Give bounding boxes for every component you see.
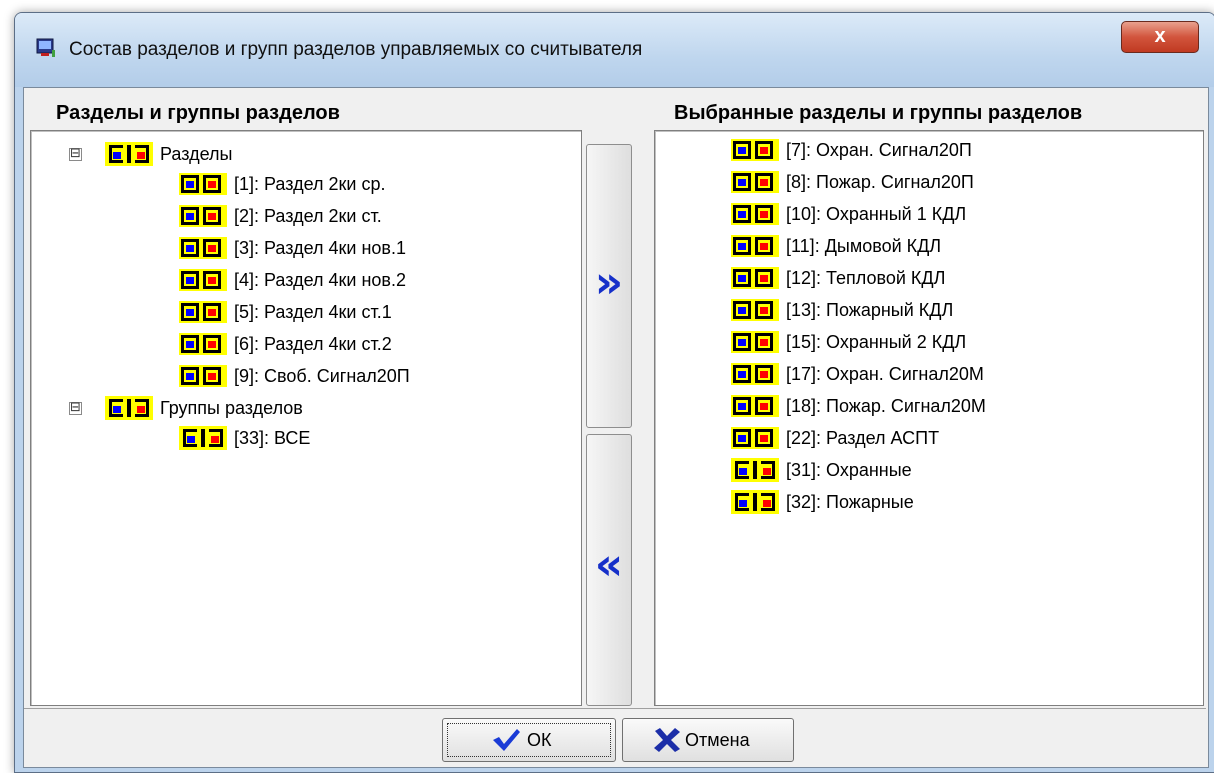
list-item[interactable]: [7]: Охран. Сигнал20П xyxy=(731,135,972,165)
selected-partitions-list[interactable]: [7]: Охран. Сигнал20П [8]: Пожар. Сигнал… xyxy=(654,130,1204,706)
list-item-label: [10]: Охранный 1 КДЛ xyxy=(786,203,967,224)
button-bar: ОК Отмена xyxy=(24,708,1206,765)
tree-item[interactable]: [1]: Раздел 2ки ср. xyxy=(179,169,385,199)
tree-item[interactable]: [5]: Раздел 4ки ст.1 xyxy=(179,297,392,327)
partition-icon xyxy=(731,331,779,353)
tree-group-label: Разделы xyxy=(160,143,233,164)
partition-icon xyxy=(179,237,227,259)
tree-group-label: Группы разделов xyxy=(160,397,303,418)
partition-icon xyxy=(179,269,227,291)
partition-icon xyxy=(731,139,779,161)
list-item-label: [32]: Пожарные xyxy=(786,491,914,512)
list-item-label: [12]: Тепловой КДЛ xyxy=(786,267,946,288)
available-partitions-tree[interactable]: ⊟ Разделы [1]: Раздел 2ки ср. [2]: Разде… xyxy=(30,130,582,706)
tree-item[interactable]: [2]: Раздел 2ки ст. xyxy=(179,201,382,231)
checkmark-icon xyxy=(493,729,520,751)
list-item[interactable]: [22]: Раздел АСПТ xyxy=(731,423,939,453)
x-icon xyxy=(654,728,680,752)
tree-item[interactable]: [33]: ВСЕ xyxy=(179,423,310,453)
partition-icon xyxy=(731,235,779,257)
partition-group-icon xyxy=(731,458,779,482)
list-item[interactable]: [13]: Пожарный КДЛ xyxy=(731,295,953,325)
list-item-label: [7]: Охран. Сигнал20П xyxy=(786,139,972,160)
tree-group-partition-groups[interactable]: Группы разделов xyxy=(105,393,303,423)
partition-icon xyxy=(179,301,227,323)
double-chevron-left-icon: « xyxy=(594,539,624,590)
tree-item-label: [3]: Раздел 4ки нов.1 xyxy=(234,237,406,258)
close-button[interactable]: x xyxy=(1121,21,1199,53)
dialog-client-area: Разделы и группы разделов Выбранные разд… xyxy=(23,87,1209,768)
add-selected-button[interactable]: » xyxy=(586,144,632,428)
partition-icon xyxy=(179,333,227,355)
tree-item[interactable]: [4]: Раздел 4ки нов.2 xyxy=(179,265,406,295)
partition-group-icon xyxy=(105,396,153,420)
list-item-label: [15]: Охранный 2 КДЛ xyxy=(786,331,967,352)
list-item[interactable]: [8]: Пожар. Сигнал20П xyxy=(731,167,974,197)
list-item[interactable]: [32]: Пожарные xyxy=(731,487,914,517)
cancel-button[interactable]: Отмена xyxy=(622,718,794,762)
tree-item-label: [2]: Раздел 2ки ст. xyxy=(234,205,382,226)
available-partitions-title: Разделы и группы разделов xyxy=(56,102,340,124)
list-item[interactable]: [31]: Охранные xyxy=(731,455,912,485)
partition-group-icon xyxy=(731,490,779,514)
ok-button-label: ОК xyxy=(527,730,552,750)
partition-icon xyxy=(731,203,779,225)
tree-item[interactable]: [9]: Своб. Сигнал20П xyxy=(179,361,410,391)
list-item-label: [22]: Раздел АСПТ xyxy=(786,427,940,448)
partition-icon xyxy=(731,299,779,321)
double-chevron-right-icon: » xyxy=(594,257,624,308)
tree-group-partitions[interactable]: Разделы xyxy=(105,139,232,169)
tree-item-label: [9]: Своб. Сигнал20П xyxy=(234,365,410,386)
list-item-label: [8]: Пожар. Сигнал20П xyxy=(786,171,974,192)
list-item[interactable]: [10]: Охранный 1 КДЛ xyxy=(731,199,966,229)
partition-icon xyxy=(179,365,227,387)
ok-button[interactable]: ОК xyxy=(442,718,616,762)
partition-icon xyxy=(731,171,779,193)
list-item-label: [13]: Пожарный КДЛ xyxy=(786,299,954,320)
tree-item[interactable]: [3]: Раздел 4ки нов.1 xyxy=(179,233,406,263)
list-item[interactable]: [18]: Пожар. Сигнал20М xyxy=(731,391,986,421)
partition-icon xyxy=(731,363,779,385)
list-item-label: [31]: Охранные xyxy=(786,459,912,480)
tree-item-label: [4]: Раздел 4ки нов.2 xyxy=(234,269,406,290)
partition-icon xyxy=(731,395,779,417)
tree-item-label: [6]: Раздел 4ки ст.2 xyxy=(234,333,392,354)
partition-icon xyxy=(179,173,227,195)
list-item[interactable]: [12]: Тепловой КДЛ xyxy=(731,263,945,293)
list-item[interactable]: [11]: Дымовой КДЛ xyxy=(731,231,941,261)
tree-item-label: [1]: Раздел 2ки ср. xyxy=(234,173,386,194)
collapse-icon[interactable]: ⊟ xyxy=(69,401,82,415)
partition-group-icon xyxy=(179,426,227,450)
tree-item[interactable]: [6]: Раздел 4ки ст.2 xyxy=(179,329,392,359)
partition-icon xyxy=(731,427,779,449)
close-icon: x xyxy=(1154,25,1166,47)
cancel-button-label: Отмена xyxy=(685,730,750,750)
app-icon xyxy=(36,38,55,57)
dialog-window: Состав разделов и групп разделов управля… xyxy=(14,12,1214,773)
list-item-label: [17]: Охран. Сигнал20М xyxy=(786,363,984,384)
tree-item-label: [33]: ВСЕ xyxy=(234,427,311,448)
partition-group-icon xyxy=(105,142,153,166)
partition-icon xyxy=(179,205,227,227)
collapse-icon[interactable]: ⊟ xyxy=(69,147,82,161)
list-item[interactable]: [17]: Охран. Сигнал20М xyxy=(731,359,984,389)
remove-selected-button[interactable]: « xyxy=(586,434,632,706)
tree-item-label: [5]: Раздел 4ки ст.1 xyxy=(234,301,392,322)
window-title: Состав разделов и групп разделов управля… xyxy=(69,39,643,60)
list-item[interactable]: [15]: Охранный 2 КДЛ xyxy=(731,327,966,357)
selected-partitions-title: Выбранные разделы и группы разделов xyxy=(674,102,1083,124)
list-item-label: [18]: Пожар. Сигнал20М xyxy=(786,395,986,416)
partition-icon xyxy=(731,267,779,289)
title-bar[interactable]: Состав разделов и групп разделов управля… xyxy=(15,13,1214,87)
list-item-label: [11]: Дымовой КДЛ xyxy=(786,235,942,256)
